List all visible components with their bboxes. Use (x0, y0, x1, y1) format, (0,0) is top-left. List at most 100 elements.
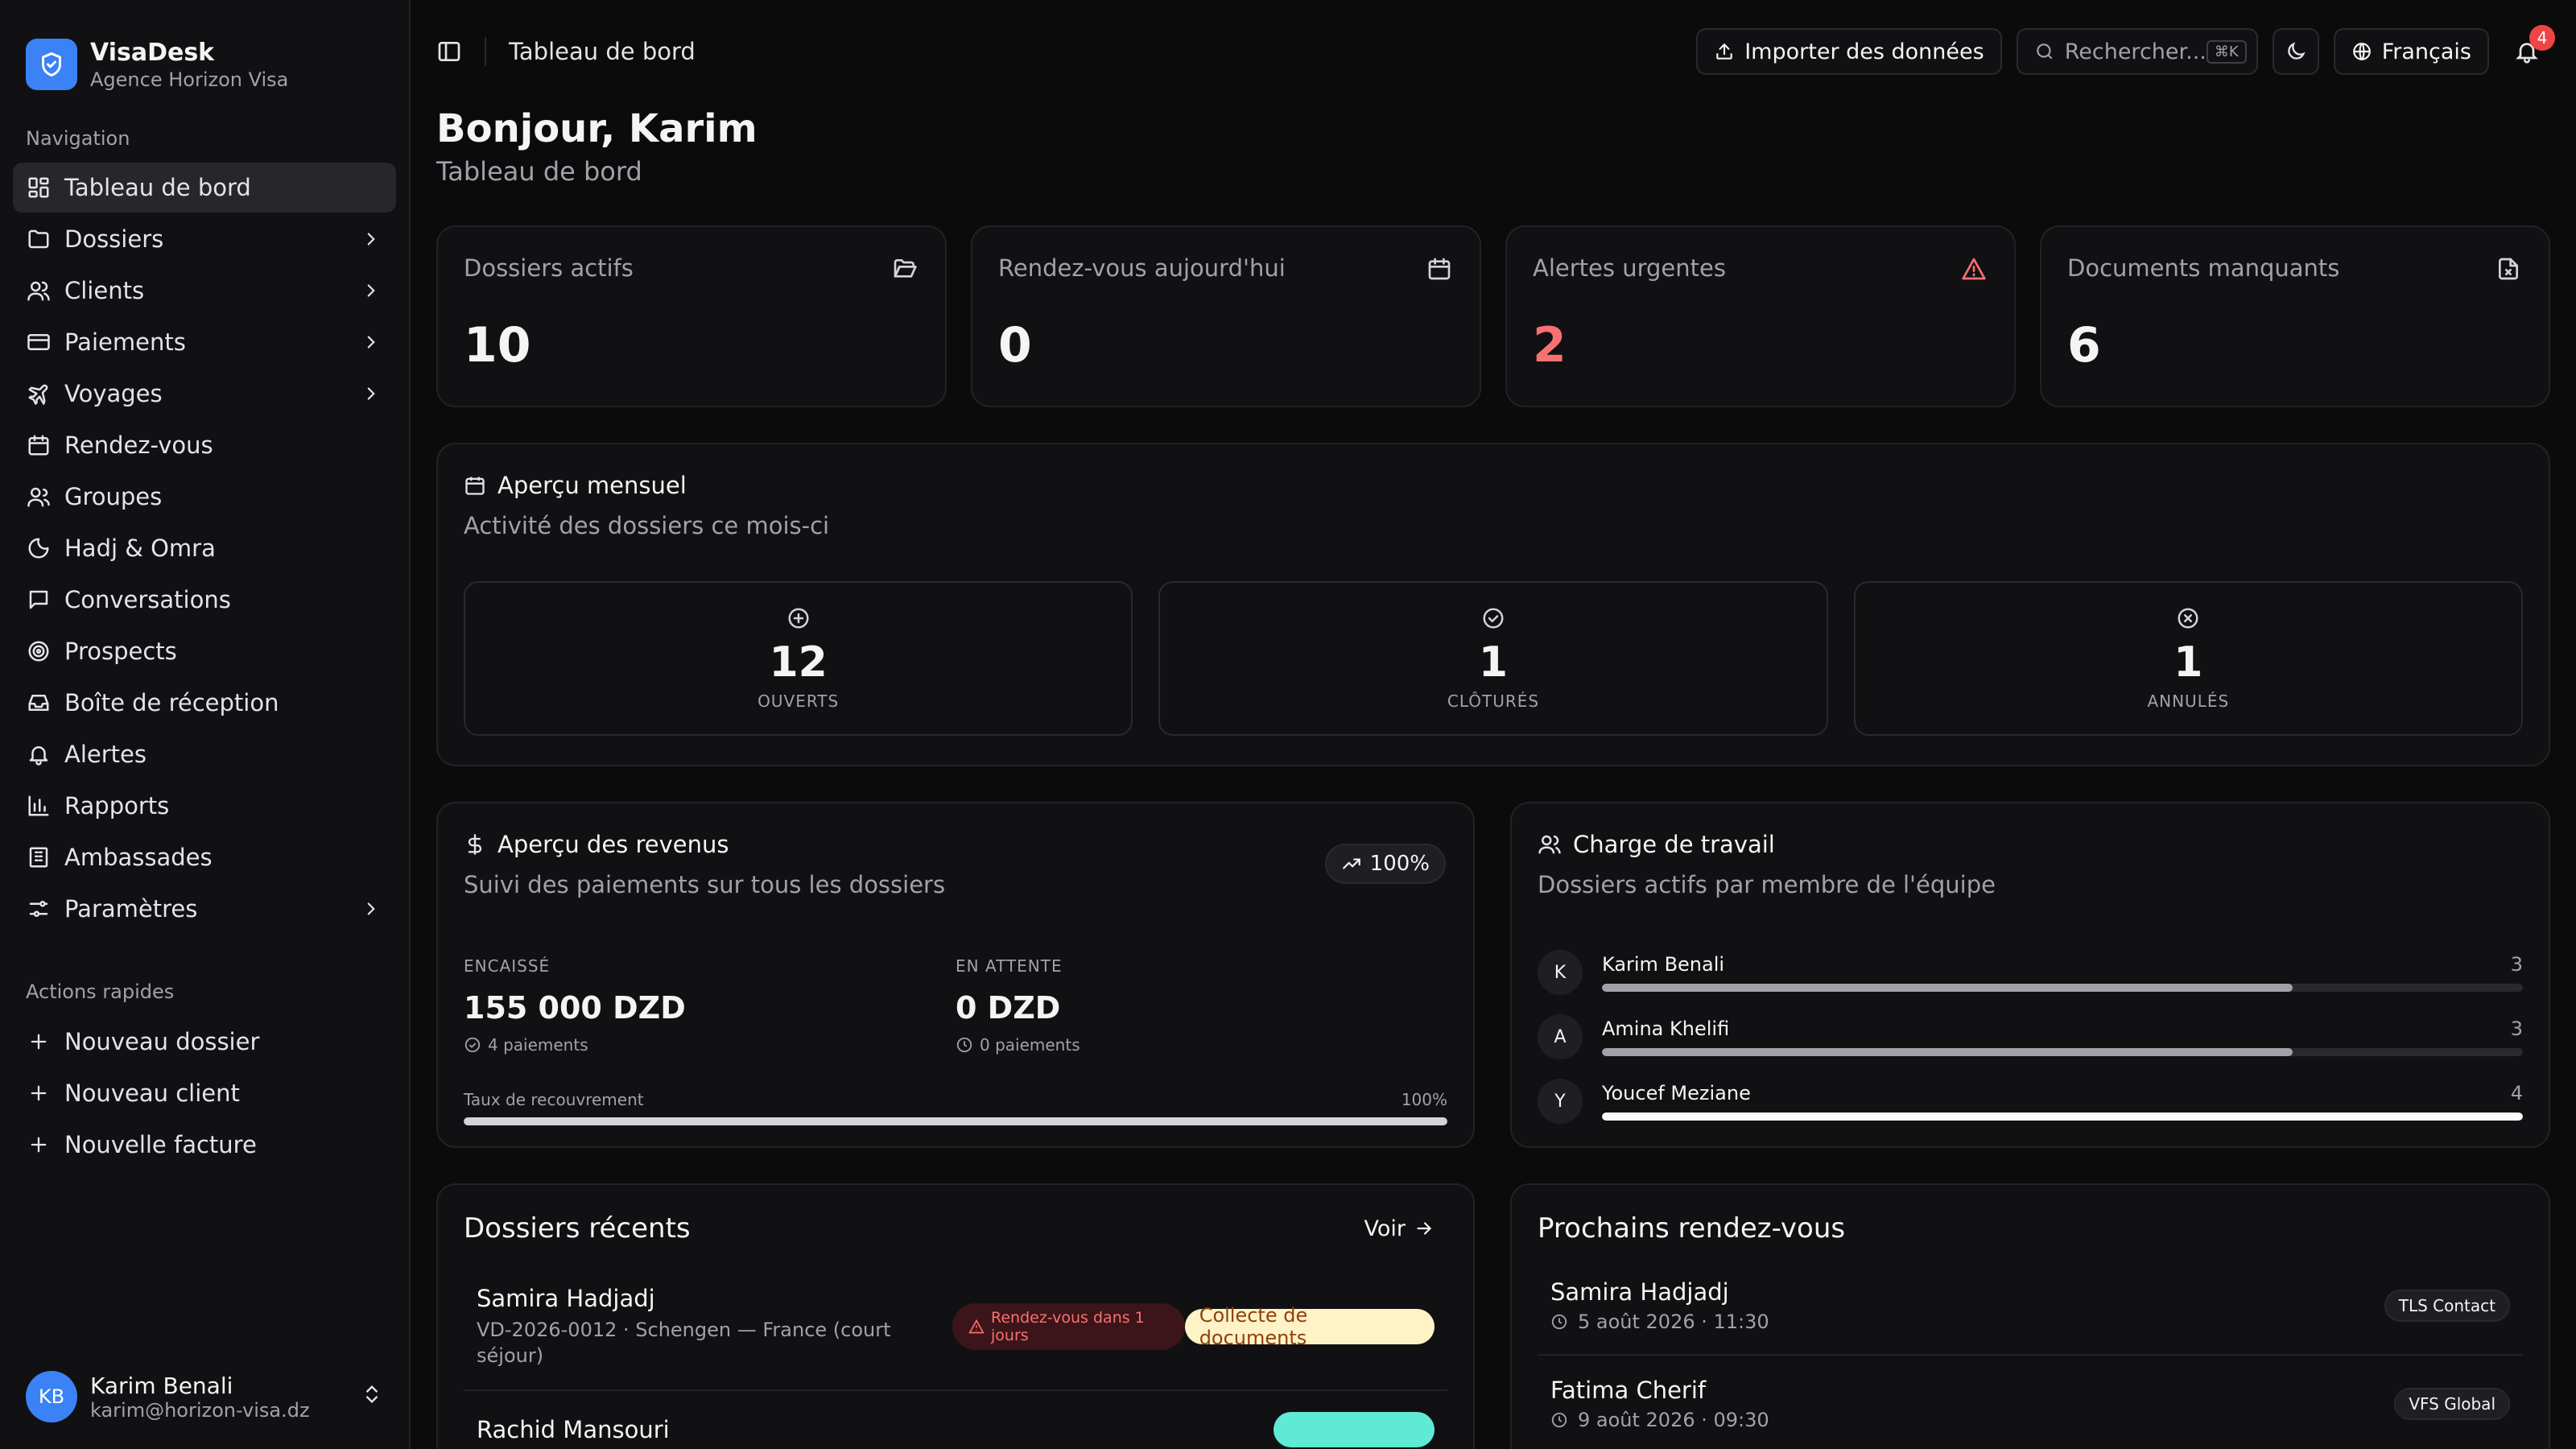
monthly-label: CLÔTURÉS (1447, 691, 1540, 711)
credit-card-icon (26, 329, 52, 355)
table-row[interactable]: Rachid Mansouri (464, 1391, 1447, 1449)
chevron-right-icon (361, 228, 383, 250)
list-item[interactable]: Samira Hadjadj 5 août 2026 · 11:30 TLS Con… (1538, 1257, 2523, 1356)
stat-title: Documents manquants (2067, 254, 2340, 282)
view-all-label: Voir (1364, 1216, 1406, 1241)
theme-toggle-button[interactable] (2272, 28, 2319, 75)
recent-files-card: Dossiers récents Voir Samira Hadjadj VD-… (436, 1183, 1475, 1449)
quick-action-nouveau-client[interactable]: Nouveau client (13, 1067, 396, 1119)
recovery-rate-value: 100% (1401, 1090, 1447, 1109)
stat-card-documents-manquants[interactable]: Documents manquants 6 (2040, 225, 2550, 407)
chevron-right-icon (361, 331, 383, 353)
alert-triangle-icon (1961, 256, 1987, 287)
member-avatar: K (1538, 950, 1583, 995)
file-x-icon (2496, 256, 2521, 287)
search-shortcut: ⌘K (2206, 39, 2247, 64)
member-workload-bar (1602, 1113, 2523, 1121)
sidebar-item-rapports[interactable]: Rapports (13, 781, 396, 831)
sidebar-item-prospects[interactable]: Prospects (13, 626, 396, 676)
quick-action-nouvelle-facture[interactable]: Nouvelle facture (13, 1119, 396, 1170)
sidebar-item-ambassades[interactable]: Ambassades (13, 832, 396, 882)
chevrons-up-down-icon[interactable] (361, 1383, 383, 1411)
message-icon (26, 587, 52, 613)
monthly-overview-card: Aperçu mensuel Activité des dossiers ce … (436, 443, 2550, 766)
collected-value: 155 000 DZD (464, 990, 686, 1026)
shield-logo-icon (26, 39, 77, 90)
brand[interactable]: VisaDesk Agence Horizon Visa (0, 0, 409, 105)
sidebar-item-alertes[interactable]: Alertes (13, 729, 396, 779)
plus-circle-icon (786, 606, 811, 630)
notifications-button[interactable]: 4 (2504, 25, 2555, 75)
user-name: Karim Benali (90, 1372, 233, 1399)
user-email: karim@horizon-visa.dz (90, 1398, 310, 1422)
view-all-link[interactable]: Voir (1364, 1216, 1448, 1241)
search-input[interactable]: Rechercher... ⌘K (2016, 28, 2258, 75)
plus-icon (26, 1133, 52, 1156)
sidebar-item-label: Boîte de réception (64, 689, 279, 716)
bell-icon (26, 741, 52, 767)
quick-actions-label: Actions rapides (26, 980, 175, 1003)
sidebar-item-tableau-de-bord[interactable]: Tableau de bord (13, 163, 396, 213)
monthly-box-annules: 1 ANNULÉS (1853, 581, 2523, 736)
sidebar-item-paiements[interactable]: Paiements (13, 317, 396, 367)
center-tag: VFS Global (2394, 1388, 2510, 1420)
sidebar-item-clients[interactable]: Clients (13, 266, 396, 316)
stat-title: Alertes urgentes (1533, 254, 1726, 282)
user-menu[interactable]: KB Karim Benali karim@horizon-visa.dz (0, 1344, 409, 1449)
sidebar-item-dossiers[interactable]: Dossiers (13, 214, 396, 264)
avatar: KB (26, 1371, 77, 1422)
sidebar-item-label: Hadj & Omra (64, 535, 216, 562)
sidebar-item-parametres[interactable]: Paramètres (13, 884, 396, 934)
sidebar-toggle-icon[interactable] (436, 39, 462, 64)
stat-card-alertes-urgentes[interactable]: Alertes urgentes 2 (1505, 225, 2016, 407)
stat-value: 10 (464, 317, 531, 374)
building-icon (26, 844, 52, 870)
search-placeholder: Rechercher... (2064, 39, 2207, 64)
upload-icon (1714, 41, 1735, 62)
monthly-box-clotures: 1 CLÔTURÉS (1158, 581, 1828, 736)
globe-icon (2351, 41, 2372, 62)
monthly-value: 1 (1478, 638, 1509, 687)
sidebar-item-groupes[interactable]: Groupes (13, 472, 396, 522)
sidebar-item-label: Rendez-vous (64, 431, 213, 459)
quick-action-nouveau-dossier[interactable]: Nouveau dossier (13, 1016, 396, 1067)
quick-action-label: Nouveau client (64, 1080, 240, 1107)
dollar-icon (464, 833, 486, 856)
sidebar-item-label: Dossiers (64, 225, 164, 253)
language-button[interactable]: Français (2333, 28, 2489, 75)
monthly-label: ANNULÉS (2147, 691, 2230, 711)
check-circle-icon (1481, 606, 1505, 630)
sidebar-item-label: Paramètres (64, 895, 198, 923)
member-workload-fill (1602, 1113, 2523, 1121)
monthly-value: 12 (769, 638, 828, 687)
import-button[interactable]: Importer des données (1696, 28, 2002, 75)
sidebar-item-voyages[interactable]: Voyages (13, 369, 396, 419)
monthly-title: Aperçu mensuel (497, 472, 687, 499)
table-row[interactable]: Samira Hadjadj VD-2026-0012 · Schengen —… (464, 1245, 1447, 1391)
users-icon (1538, 832, 1562, 857)
workload-member: A Amina Khelifi 3 (1538, 1005, 2523, 1069)
sidebar-item-hadj-omra[interactable]: Hadj & Omra (13, 523, 396, 573)
import-label: Importer des données (1744, 39, 1984, 64)
member-name: Youcef Meziane (1602, 1082, 1751, 1104)
sidebar-item-boite-de-reception[interactable]: Boîte de réception (13, 678, 396, 728)
stat-value: 0 (998, 317, 1032, 374)
sidebar-item-rendez-vous[interactable]: Rendez-vous (13, 420, 396, 470)
sidebar-item-label: Tableau de bord (64, 174, 251, 201)
appointment-alert-text: Rendez-vous dans 1 jours (991, 1309, 1145, 1344)
sidebar-item-conversations[interactable]: Conversations (13, 575, 396, 625)
x-circle-icon (2176, 606, 2200, 630)
check-circle-icon (464, 1036, 481, 1054)
stat-title: Rendez-vous aujourd'hui (998, 254, 1286, 282)
moon-icon (2285, 40, 2307, 63)
member-avatar: Y (1538, 1079, 1583, 1124)
monthly-subtitle: Activité des dossiers ce mois-ci (464, 512, 830, 539)
recent-title: Dossiers récents (464, 1212, 691, 1245)
status-badge: Collecte de documents (1184, 1304, 1435, 1349)
stat-card-rendez-vous-aujourd-hui[interactable]: Rendez-vous aujourd'hui 0 (971, 225, 1481, 407)
list-item[interactable]: Fatima Cherif 9 août 2026 · 09:30 VFS Glob… (1538, 1356, 2523, 1449)
target-icon (26, 638, 52, 664)
stat-card-dossiers-actifs[interactable]: Dossiers actifs 10 (436, 225, 947, 407)
bar-chart-icon (26, 793, 52, 819)
file-reference: VD-2026-0012 · Schengen — France (court … (477, 1319, 891, 1367)
